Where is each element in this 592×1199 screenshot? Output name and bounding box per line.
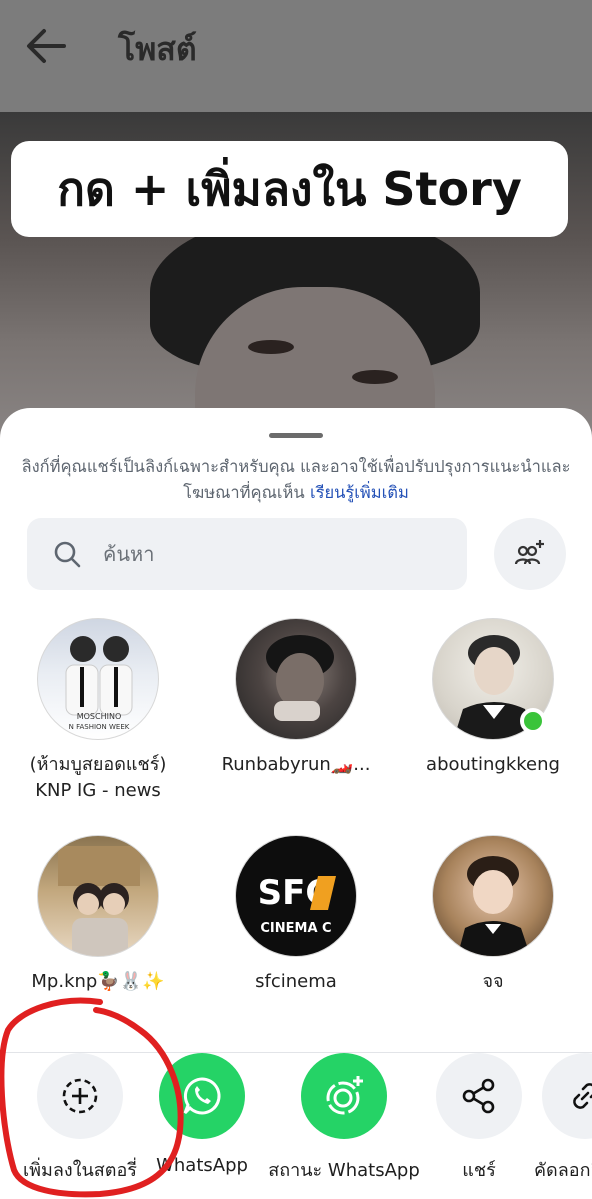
contact-name: (ห้ามบูสยอดแชร์) [29,754,167,775]
copy-link-button[interactable]: คัดลอกลิงก์ [534,1053,592,1184]
top-bar: โพสต์ [0,0,592,112]
avatar [235,618,357,740]
create-group-button[interactable] [494,518,566,590]
whatsapp-status-icon [301,1053,387,1139]
page-title: โพสต์ [118,30,197,68]
avatar-moschino-text: MOSCHINO [77,712,122,721]
action-label: คัดลอกลิงก์ [534,1160,592,1181]
caption-text: กด + เพิ่มลงใน Story [57,161,522,216]
avatar: SFC CINEMA C [235,835,357,957]
add-people-icon [514,540,544,565]
search-input[interactable] [103,534,443,574]
privacy-notice-text: ลิงก์ที่คุณแชร์เป็นลิงก์เฉพาะสำหรับคุณ แ… [21,457,571,502]
avatar [432,835,554,957]
contact-item[interactable]: MOSCHINO N FASHION WEEK (ห้ามบูสยอดแชร์)… [3,618,193,804]
privacy-notice: ลิงก์ที่คุณแชร์เป็นลิงก์เฉพาะสำหรับคุณ แ… [14,454,578,506]
link-icon [542,1053,592,1139]
back-arrow-icon[interactable] [24,26,68,66]
contact-name: Runbabyrun🏎️... [221,754,371,775]
avatar [37,835,159,957]
caption-overlay: กด + เพิ่มลงใน Story [11,141,568,237]
contact-name: aboutingkkeng [426,754,560,775]
learn-more-link[interactable]: เรียนรู้เพิ่มเติม [310,483,409,502]
drag-handle[interactable] [269,433,323,438]
contact-name: จจ [482,971,504,992]
contact-item[interactable]: SFC CINEMA C sfcinema [201,835,391,995]
search-icon [53,540,81,568]
avatar: MOSCHINO N FASHION WEEK [37,618,159,740]
avatar-fashion-text: N FASHION WEEK [69,723,130,731]
online-indicator [520,708,546,734]
contact-item[interactable]: Runbabyrun🏎️... [201,618,391,778]
contact-item[interactable]: จจ [398,835,588,995]
contact-item[interactable]: aboutingkkeng [398,618,588,778]
photo-eye [352,370,398,384]
contact-name: sfcinema [255,971,337,992]
red-annotation-circle [0,997,184,1198]
share-icon [436,1053,522,1139]
search-bar[interactable] [27,518,467,590]
sfc-sub-text: CINEMA C [260,921,331,936]
contact-item[interactable]: Mp.knp🦆🐰✨ [3,835,193,995]
contact-name-line2: KNP IG - news [35,780,161,801]
photo-eye [248,340,294,354]
